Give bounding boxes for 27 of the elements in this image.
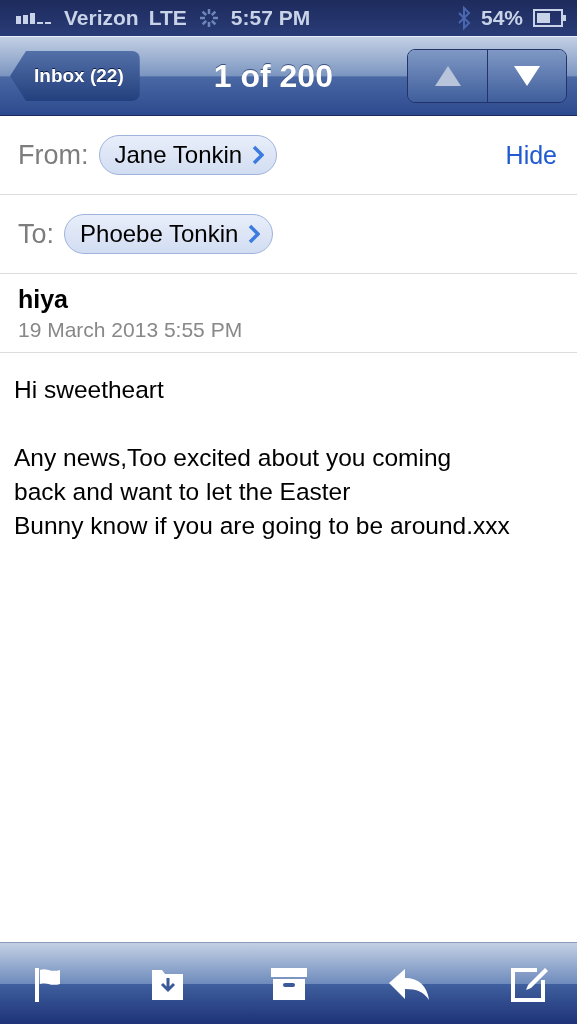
battery-percent: 54% <box>480 6 523 30</box>
message-paragraph: Any news,Too excited about you coming back and want to let the Easter Bunny know if you are going to be around.xxx <box>14 443 511 541</box>
carrier-name: Verizon <box>64 6 139 30</box>
compose-icon <box>511 965 549 1002</box>
up-triangle-icon <box>432 64 463 88</box>
from-label: From: <box>18 139 89 171</box>
down-triangle-icon <box>512 64 542 88</box>
inbox-back-button[interactable]: Inbox (22) <box>10 51 140 101</box>
signal-icon <box>16 12 54 24</box>
clock-time: 5:57 PM <box>230 6 311 30</box>
message-position-title: 1 of 200 <box>212 57 334 95</box>
date-text: 19 March 2013 5:55 PM <box>18 317 244 342</box>
chevron-icon <box>248 224 261 244</box>
reply-arrow-icon <box>387 966 432 1001</box>
flag-icon <box>32 965 62 1002</box>
message-paragraph: Hi sweetheart <box>14 375 165 405</box>
hide-link[interactable]: Hide <box>505 140 557 170</box>
sender-chip[interactable]: Jane Tonkin <box>98 135 278 175</box>
recipient-chip[interactable]: Phoebe Tonkin <box>64 214 274 254</box>
bluetooth-icon <box>456 6 471 30</box>
battery-icon <box>533 9 567 27</box>
to-label: To: <box>18 218 55 250</box>
archive-box-icon <box>269 966 308 1001</box>
network-type: LTE <box>148 6 187 30</box>
chevron-icon <box>252 145 265 165</box>
subject-text: hiya <box>18 284 70 314</box>
next-message-button[interactable] <box>487 50 566 102</box>
